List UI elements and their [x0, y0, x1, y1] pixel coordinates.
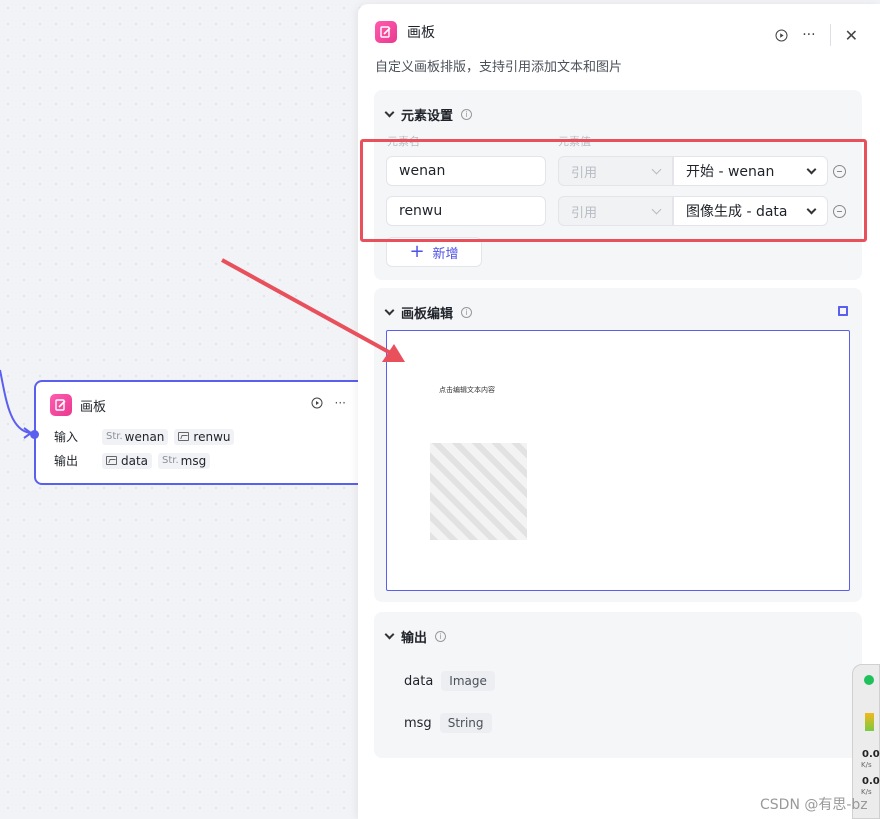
- chevron-down-icon: [384, 305, 395, 316]
- remove-row-icon[interactable]: [833, 205, 846, 218]
- chevron-down-icon: [806, 164, 817, 174]
- run-icon[interactable]: [775, 29, 788, 42]
- section-header[interactable]: 元素设置 i: [384, 105, 473, 124]
- column-header-value: 元素值: [558, 135, 591, 148]
- board-canvas[interactable]: 点击编辑文本内容: [386, 330, 850, 591]
- element-mode-select: 引用: [558, 156, 673, 186]
- plus-icon: +: [409, 241, 425, 262]
- output-section: 输出 i data Image msg String: [374, 612, 862, 758]
- input-chip-renwu: renwu: [174, 428, 235, 445]
- output-chip-data: data: [102, 452, 153, 469]
- status-dot: [864, 675, 874, 685]
- panel-title: 画板: [407, 25, 435, 41]
- node-title: 画板: [80, 399, 107, 415]
- download-speed: 0.0: [862, 776, 880, 787]
- node-header: 画板: [50, 394, 106, 416]
- watermark: CSDN @有思-bz: [760, 797, 868, 813]
- chevron-down-icon: [384, 107, 395, 118]
- section-header[interactable]: 输出 i: [384, 627, 447, 646]
- element-name-input[interactable]: renwu: [386, 196, 546, 226]
- node-output-row: 输出 data Str. msg: [54, 452, 211, 469]
- output-field-data: data Image: [404, 671, 495, 691]
- chevron-down-icon: [651, 164, 662, 174]
- board-text-element[interactable]: 点击编辑文本内容: [439, 385, 495, 395]
- section-header[interactable]: 画板编辑 i: [384, 303, 473, 322]
- close-icon[interactable]: ✕: [845, 26, 858, 45]
- upload-unit: K/s: [861, 761, 872, 769]
- usage-meter: [865, 713, 874, 731]
- info-icon[interactable]: i: [435, 631, 447, 642]
- run-icon[interactable]: [311, 397, 323, 409]
- column-header-name: 元素名: [387, 135, 420, 148]
- output-chip-msg: Str. msg: [158, 452, 211, 469]
- add-element-button[interactable]: + 新增: [386, 237, 482, 267]
- upload-speed: 0.0: [862, 749, 880, 760]
- element-name-input[interactable]: wenan: [386, 156, 546, 186]
- element-value-select[interactable]: 图像生成 - data: [673, 196, 828, 226]
- canvas-node-board[interactable]: 画板 ··· 输入 Str. wenan renwu 输出 data Str. …: [30, 380, 374, 485]
- board-app-icon: [50, 394, 72, 416]
- input-chip-wenan: Str. wenan: [102, 428, 169, 445]
- chevron-down-icon: [806, 204, 817, 214]
- image-type-icon: [178, 432, 190, 441]
- chevron-down-icon: [384, 629, 395, 640]
- type-badge: Image: [441, 671, 495, 691]
- panel-description: 自定义画板排版，支持引用添加文本和图片: [375, 60, 623, 75]
- element-settings-section: 元素设置 i 元素名 元素值 wenan 引用 开始 - wenan renwu…: [374, 90, 862, 280]
- output-field-msg: msg String: [404, 713, 492, 733]
- chevron-down-icon: [651, 204, 662, 214]
- node-input-row: 输入 Str. wenan renwu: [54, 428, 235, 445]
- panel-header-actions: ··· ✕: [775, 24, 858, 46]
- info-icon[interactable]: i: [461, 109, 473, 120]
- board-editor-section: 画板编辑 i 点击编辑文本内容: [374, 288, 862, 602]
- expand-icon[interactable]: [838, 306, 848, 316]
- more-icon[interactable]: ···: [802, 27, 815, 43]
- type-badge: String: [439, 713, 492, 733]
- workflow-canvas[interactable]: 画板 ··· 输入 Str. wenan renwu 输出 data Str. …: [0, 0, 374, 819]
- more-icon[interactable]: ···: [335, 396, 346, 410]
- board-app-icon: [375, 21, 397, 43]
- board-image-placeholder[interactable]: [430, 443, 527, 540]
- input-port[interactable]: [30, 430, 39, 439]
- image-type-icon: [106, 456, 117, 465]
- remove-row-icon[interactable]: [833, 165, 846, 178]
- divider: [829, 24, 831, 46]
- node-actions: ···: [311, 396, 346, 410]
- element-value-select[interactable]: 开始 - wenan: [673, 156, 828, 186]
- node-config-panel: 画板 ··· ✕ 自定义画板排版，支持引用添加文本和图片 元素设置 i 元素名 …: [358, 4, 880, 819]
- info-icon[interactable]: i: [461, 307, 473, 318]
- element-mode-select: 引用: [558, 196, 673, 226]
- panel-header: 画板: [375, 21, 435, 43]
